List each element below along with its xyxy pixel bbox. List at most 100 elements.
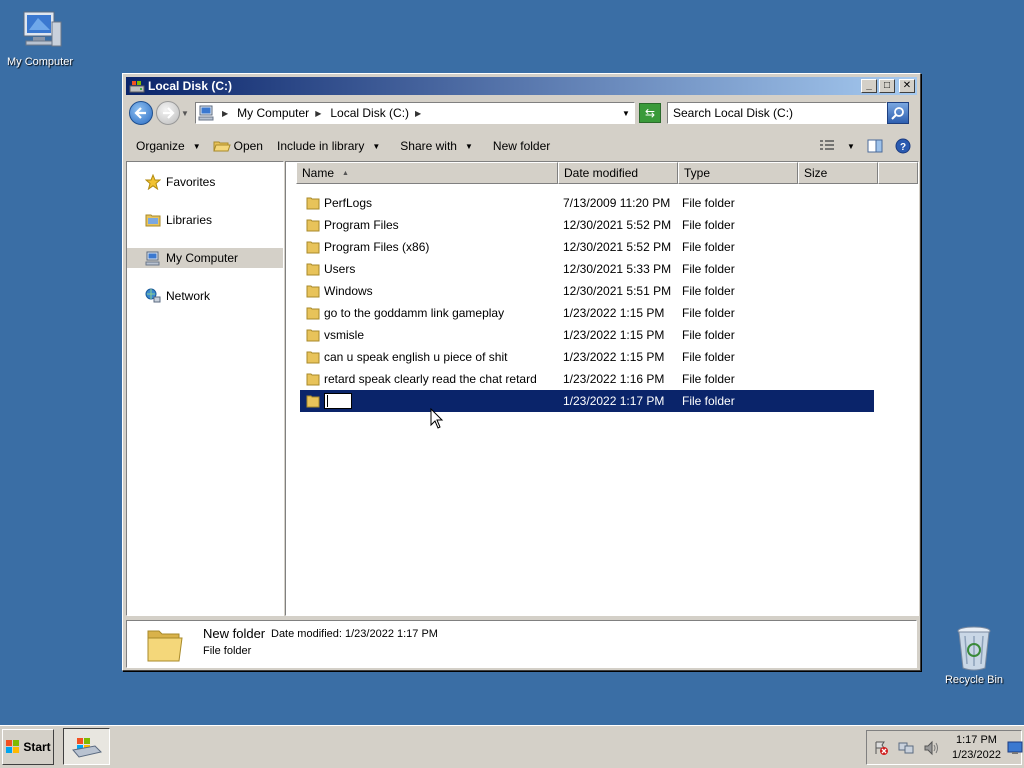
- nav-item-network[interactable]: Network: [127, 286, 283, 306]
- recycle-bin-icon: [957, 626, 991, 671]
- type-cell: File folder: [682, 284, 735, 298]
- breadcrumb-separator-icon[interactable]: ▶: [222, 109, 228, 118]
- nav-item-libraries[interactable]: Libraries: [127, 210, 283, 230]
- search-input[interactable]: Search Local Disk (C:): [667, 102, 887, 124]
- taskbar-explorer-button[interactable]: [63, 728, 110, 765]
- file-name-cell[interactable]: go to the goddamm link gameplay: [306, 302, 504, 324]
- table-row[interactable]: go to the goddamm link gameplay 1/23/2022…: [300, 302, 874, 324]
- file-name: retard speak clearly read the chat retar…: [324, 372, 537, 386]
- breadcrumb-local-disk[interactable]: Local Disk (C:): [330, 106, 409, 120]
- table-row[interactable]: vsmisle 1/23/2022 1:15 PM File folder: [300, 324, 874, 346]
- column-header-label: Type: [684, 166, 711, 180]
- organize-button[interactable]: Organize ▼: [126, 132, 211, 160]
- change-view-button[interactable]: [813, 136, 841, 156]
- table-row[interactable]: can u speak english u piece of shit 1/23/…: [300, 346, 874, 368]
- minimize-button[interactable]: _: [861, 79, 877, 93]
- rename-input[interactable]: [324, 393, 352, 409]
- file-name-cell[interactable]: can u speak english u piece of shit: [306, 346, 507, 368]
- view-options-dropdown[interactable]: ▼: [841, 136, 861, 156]
- chevron-down-icon: ▼: [372, 141, 381, 151]
- back-button[interactable]: [129, 101, 153, 125]
- folder-icon: [306, 196, 320, 210]
- new-folder-button[interactable]: New folder: [483, 132, 560, 160]
- action-center-flag-icon[interactable]: [873, 740, 889, 756]
- folder-icon: [306, 350, 320, 364]
- refresh-button[interactable]: ⇆: [639, 103, 661, 123]
- folder-icon: [306, 240, 320, 254]
- folder-icon: [306, 306, 320, 320]
- library-icon: [145, 212, 161, 228]
- nav-item-label: Network: [166, 289, 211, 303]
- column-header-type[interactable]: Type: [678, 162, 798, 184]
- table-row[interactable]: PerfLogs 7/13/2009 11:20 PM File folder: [300, 192, 874, 214]
- table-row[interactable]: Program Files (x86) 12/30/2021 5:52 PM Fil…: [300, 236, 874, 258]
- date-cell: 12/30/2021 5:51 PM: [563, 284, 672, 298]
- file-name: can u speak english u piece of shit: [324, 350, 508, 364]
- nav-item-my-computer[interactable]: My Computer: [127, 248, 283, 268]
- file-name-cell[interactable]: Users: [306, 258, 355, 280]
- table-row[interactable]: Windows 12/30/2021 5:51 PM File folder: [300, 280, 874, 302]
- volume-icon[interactable]: [923, 740, 939, 756]
- column-header-date[interactable]: Date modified: [558, 162, 678, 184]
- address-bar[interactable]: ▶ My Computer ▶ Local Disk (C:) ▶ ▼: [195, 102, 635, 124]
- address-history-dropdown[interactable]: ▼: [618, 109, 634, 118]
- preview-pane-button[interactable]: [861, 136, 889, 156]
- breadcrumb-my-computer[interactable]: My Computer: [237, 106, 309, 120]
- breadcrumb-separator-icon[interactable]: ▶: [315, 109, 321, 118]
- nav-item-label: Libraries: [166, 213, 213, 227]
- chevron-down-icon: ▼: [464, 141, 473, 151]
- folder-icon: [306, 372, 320, 386]
- preview-pane-icon: [867, 139, 883, 153]
- forward-button[interactable]: [156, 101, 180, 125]
- explorer-window[interactable]: Local Disk (C:) _ □ ✕ ▼ ▶ My Computer ▶ …: [122, 73, 921, 671]
- search-button[interactable]: [887, 102, 909, 124]
- table-row[interactable]: Users 12/30/2021 5:33 PM File folder: [300, 258, 874, 280]
- navigation-pane[interactable]: Favorites Libraries My Computer Network: [126, 161, 284, 616]
- desktop-icon-my-computer[interactable]: My Computer: [0, 8, 80, 68]
- help-icon: ?: [895, 138, 911, 154]
- date-cell: 7/13/2009 11:20 PM: [563, 196, 671, 210]
- share-with-button[interactable]: Share with ▼: [390, 132, 483, 160]
- desktop-icon-recycle-bin[interactable]: Recycle Bin: [934, 624, 1014, 686]
- help-button[interactable]: ?: [889, 136, 917, 156]
- recent-pages-dropdown[interactable]: ▼: [181, 109, 191, 118]
- file-list[interactable]: Name ▲ Date modified Type Size PerfLogs 7…: [285, 161, 919, 616]
- file-name-cell[interactable]: retard speak clearly read the chat retar…: [306, 368, 537, 390]
- title-bar[interactable]: Local Disk (C:) _ □ ✕: [126, 77, 917, 95]
- folder-icon: [306, 284, 320, 298]
- chevron-down-icon: ▼: [847, 141, 855, 151]
- file-name-cell[interactable]: [306, 390, 352, 412]
- file-name: PerfLogs: [324, 196, 373, 210]
- table-row[interactable]: Program Files 12/30/2021 5:52 PM File fold…: [300, 214, 874, 236]
- date-cell: 1/23/2022 1:15 PM: [563, 306, 665, 320]
- details-meta: Date modified: 1/23/2022 1:17 PM: [271, 628, 438, 640]
- command-bar: Organize ▼ Open Include in library ▼ Sha…: [126, 132, 917, 160]
- file-name-cell[interactable]: Windows: [306, 280, 373, 302]
- clock[interactable]: 1:17 PM 1/23/2022: [952, 733, 1001, 763]
- file-name-cell[interactable]: Program Files: [306, 214, 399, 236]
- file-name-cell[interactable]: vsmisle: [306, 324, 364, 346]
- column-header-size[interactable]: Size: [798, 162, 878, 184]
- maximize-button[interactable]: □: [879, 79, 895, 93]
- file-name-cell[interactable]: Program Files (x86): [306, 236, 429, 258]
- breadcrumb-separator-icon[interactable]: ▶: [415, 109, 421, 118]
- search-icon: [891, 107, 904, 120]
- svg-text:?: ?: [900, 142, 906, 153]
- open-button[interactable]: Open: [211, 132, 273, 160]
- network-status-icon[interactable]: [898, 740, 914, 756]
- folder-icon: [306, 262, 320, 276]
- arrow-right-icon: [163, 107, 175, 119]
- folder-icon: [147, 630, 183, 662]
- details-name: New folder: [203, 626, 266, 641]
- file-name: go to the goddamm link gameplay: [324, 306, 505, 320]
- nav-item-favorites[interactable]: Favorites: [127, 172, 283, 192]
- table-row-renaming[interactable]: 1/23/2022 1:17 PM File folder: [300, 390, 874, 412]
- show-desktop-icon[interactable]: [1007, 740, 1023, 756]
- include-in-library-button[interactable]: Include in library ▼: [273, 132, 390, 160]
- column-header-name[interactable]: Name ▲: [296, 162, 558, 184]
- clock-time: 1:17 PM: [955, 733, 997, 746]
- table-row[interactable]: retard speak clearly read the chat retar…: [300, 368, 874, 390]
- start-button[interactable]: Start: [2, 729, 54, 765]
- file-name-cell[interactable]: PerfLogs: [306, 192, 372, 214]
- close-button[interactable]: ✕: [899, 79, 915, 93]
